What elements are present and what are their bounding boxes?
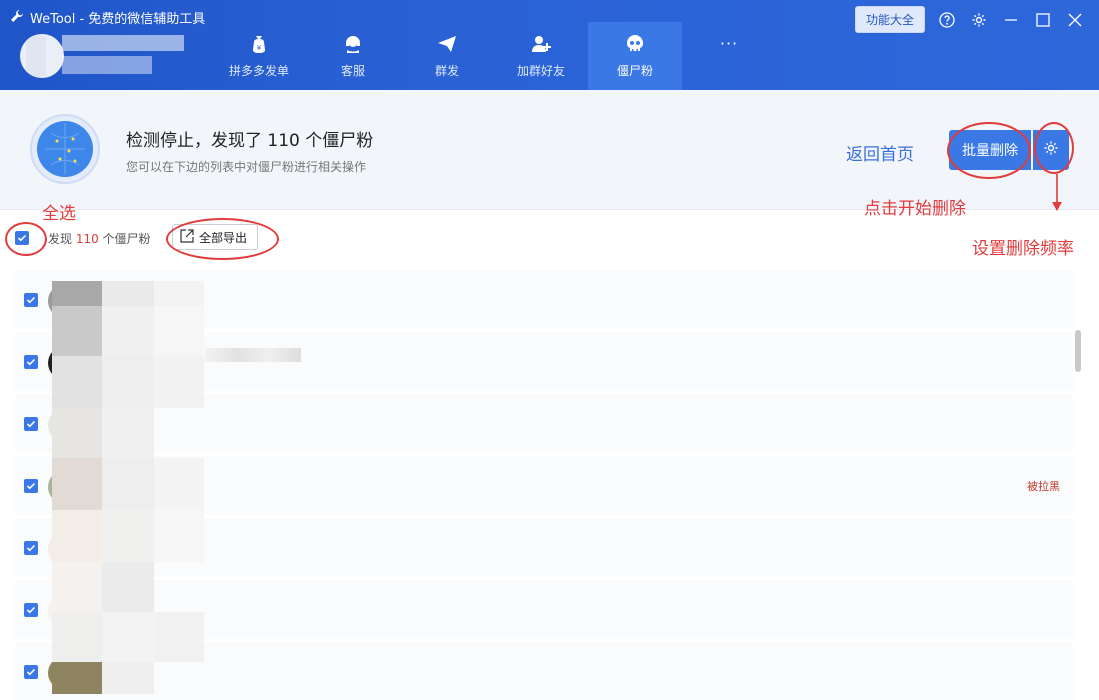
- nav-item-zombie-fans[interactable]: 僵尸粉: [588, 22, 682, 90]
- wrench-icon: [10, 9, 24, 27]
- row-checkbox[interactable]: [24, 665, 38, 679]
- nav-label: 群发: [434, 64, 459, 78]
- window-controls: 功能大全: [854, 6, 1085, 33]
- annotation-arrow: [1052, 174, 1062, 211]
- annotation-circle-batch-delete: [947, 122, 1031, 179]
- blurred-nickname: [205, 348, 301, 362]
- nav-label: 拼多多发单: [228, 64, 289, 78]
- minimize-icon[interactable]: [1001, 10, 1021, 30]
- close-icon[interactable]: [1065, 10, 1085, 30]
- title-bar: WeTool - 免费的微信辅助工具: [10, 8, 205, 27]
- nav-label: 客服: [340, 64, 365, 78]
- nav-item-service[interactable]: 客服: [306, 22, 400, 90]
- row-checkbox[interactable]: [24, 293, 38, 307]
- globe-icon: [30, 114, 100, 184]
- back-home-link[interactable]: 返回首页: [846, 140, 914, 165]
- nav-item-broadcast[interactable]: 群发: [400, 22, 494, 90]
- headset-icon: [341, 32, 365, 56]
- help-icon[interactable]: [937, 10, 957, 30]
- func-all-button[interactable]: 功能大全: [854, 6, 925, 33]
- annotation-click-delete: 点击开始删除: [864, 199, 966, 219]
- skull-icon: [623, 32, 647, 56]
- status-subtitle: 您可以在下边的列表中对僵尸粉进行相关操作: [126, 160, 367, 174]
- money-bag-icon: ¥: [247, 32, 271, 56]
- svg-text:¥: ¥: [257, 44, 262, 52]
- user-name-blurred: [62, 35, 184, 51]
- list-scrollbar[interactable]: [1075, 330, 1081, 372]
- annotation-set-frequency: 设置删除频率: [972, 239, 1074, 259]
- row-checkbox[interactable]: [24, 479, 38, 493]
- row-status: 被拉黑: [1027, 480, 1060, 493]
- annotation-circle-export: [166, 218, 279, 260]
- found-suffix: 个僵尸粉: [98, 232, 151, 246]
- add-user-icon: [529, 32, 553, 56]
- nav-item-pdd[interactable]: ¥ 拼多多发单: [212, 22, 306, 90]
- app-title: WeTool - 免费的微信辅助工具: [30, 12, 206, 27]
- annotation-circle-select-all: [5, 222, 47, 256]
- found-count: 110: [75, 232, 99, 246]
- app-header: WeTool - 免费的微信辅助工具 ¥ 拼多多发单 客服 群发 加群好友 僵尸…: [0, 0, 1099, 90]
- status-panel: 检测停止，发现了 110 个僵尸粉 您可以在下边的列表中对僵尸粉进行相关操作 返…: [0, 90, 1099, 210]
- status-title: 检测停止，发现了 110 个僵尸粉: [126, 131, 374, 151]
- nav-label: 加群好友: [516, 64, 565, 78]
- nav-label: 僵尸粉: [616, 64, 653, 78]
- blurred-contact-names: [52, 281, 204, 694]
- user-avatar[interactable]: [20, 34, 64, 78]
- main-nav: ¥ 拼多多发单 客服 群发 加群好友 僵尸粉 ···: [212, 22, 776, 90]
- row-checkbox[interactable]: [24, 417, 38, 431]
- annotation-select-all: 全选: [42, 204, 76, 224]
- nav-more-button[interactable]: ···: [682, 22, 776, 90]
- row-checkbox[interactable]: [24, 603, 38, 617]
- nav-item-add-friends[interactable]: 加群好友: [494, 22, 588, 90]
- found-prefix: 发现: [48, 232, 76, 246]
- row-checkbox[interactable]: [24, 355, 38, 369]
- paper-plane-icon: [435, 32, 459, 56]
- settings-gear-icon[interactable]: [969, 10, 989, 30]
- maximize-icon[interactable]: [1033, 10, 1053, 30]
- user-id-blurred: [62, 56, 152, 74]
- row-checkbox[interactable]: [24, 541, 38, 555]
- annotation-circle-settings: [1034, 122, 1074, 174]
- found-count-text: 发现 110 个僵尸粉: [48, 230, 151, 247]
